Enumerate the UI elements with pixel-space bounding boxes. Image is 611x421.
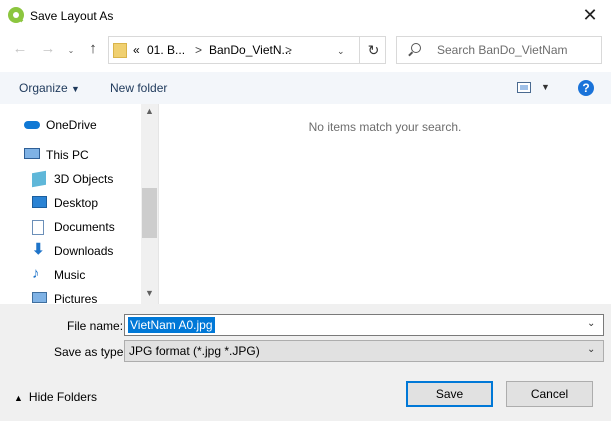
nav-item-label: This PC — [46, 148, 89, 162]
forward-arrow-icon[interactable]: → — [38, 38, 58, 60]
qgis-logo-icon — [8, 7, 24, 23]
scroll-thumb[interactable] — [142, 188, 157, 238]
file-name-value[interactable]: VietNam A0.jpg — [128, 317, 215, 333]
collapse-up-icon: ▲ — [14, 393, 23, 403]
save-form-panel: File name: VietNam A0.jpg ⌄ Save as type… — [0, 304, 611, 421]
recent-locations-chevron-icon[interactable]: ⌄ — [61, 40, 81, 62]
nav-item-label: OneDrive — [46, 118, 97, 132]
nav-item-label: Music — [54, 268, 86, 282]
breadcrumb-item[interactable]: 01. B... — [147, 43, 185, 57]
pane-divider — [158, 104, 159, 304]
cancel-button[interactable]: Cancel — [506, 381, 593, 407]
nav-item-label: Pictures — [54, 292, 98, 304]
search-input[interactable]: Search BanDo_VietNam — [437, 43, 568, 57]
nav-item-label: Documents — [54, 220, 115, 234]
navigation-scrollbar[interactable]: ▲ ▼ — [141, 104, 158, 304]
new-folder-button[interactable]: New folder — [110, 81, 167, 95]
refresh-icon[interactable]: ↻ — [359, 37, 387, 63]
documents-icon — [32, 220, 44, 235]
scroll-up-icon[interactable]: ▲ — [141, 106, 158, 116]
save-as-type-label: Save as type: — [54, 345, 127, 359]
folder-icon — [113, 43, 127, 58]
organize-label: Organize — [19, 81, 68, 95]
3d-objects-icon — [32, 170, 46, 188]
window-title: Save Layout As — [30, 9, 114, 23]
chevron-down-icon[interactable]: ⌄ — [587, 344, 595, 355]
back-arrow-icon[interactable]: ← — [10, 38, 30, 60]
view-options-arrow-icon[interactable]: ▼ — [541, 82, 550, 92]
desktop-icon — [32, 196, 47, 208]
nav-item-label: Desktop — [54, 196, 99, 210]
up-arrow-icon[interactable]: ↑ — [83, 38, 103, 60]
save-as-type-select[interactable]: JPG format (*.jpg *.JPG) ⌄ — [124, 340, 604, 362]
breadcrumb-item[interactable]: BanDo_VietN... — [209, 43, 292, 57]
navigation-pane: OneDrive This PC 3D Objects Desktop Docu… — [0, 104, 158, 304]
pictures-icon — [32, 292, 47, 303]
music-icon: ♪ — [32, 265, 40, 282]
dropdown-arrow-icon: ▼ — [71, 84, 80, 94]
search-icon — [411, 43, 421, 53]
file-name-label: File name: — [67, 319, 124, 333]
nav-item-label: 3D Objects — [54, 172, 114, 186]
close-icon[interactable]: ✕ — [577, 3, 603, 27]
scroll-down-icon[interactable]: ▼ — [141, 288, 158, 298]
save-as-type-value: JPG format (*.jpg *.JPG) — [129, 344, 260, 358]
computer-icon — [24, 148, 40, 159]
search-box[interactable]: Search BanDo_VietNam — [396, 36, 602, 64]
nav-item-label: Downloads — [54, 244, 114, 258]
breadcrumb-overflow[interactable]: « — [133, 43, 140, 57]
title-bar: Save Layout As ✕ — [0, 0, 611, 31]
hide-folders-button[interactable]: ▲ Hide Folders — [14, 390, 97, 404]
command-bar: Organize ▼ New folder ▼ ? — [0, 72, 611, 104]
address-dropdown-icon[interactable]: ⌄ — [337, 46, 345, 57]
breadcrumb-separator-icon: > — [285, 43, 293, 57]
empty-list-message: No items match your search. — [308, 120, 462, 134]
hide-folders-label: Hide Folders — [28, 390, 97, 404]
organize-button[interactable]: Organize ▼ — [19, 81, 80, 95]
save-button[interactable]: Save — [406, 381, 493, 407]
change-view-icon[interactable] — [517, 82, 531, 93]
onedrive-cloud-icon — [24, 121, 40, 129]
file-name-field[interactable]: VietNam A0.jpg ⌄ — [124, 314, 604, 336]
chevron-down-icon[interactable]: ⌄ — [587, 318, 595, 329]
address-bar[interactable]: « 01. B... > BanDo_VietN... > ⌄ ↻ — [108, 36, 386, 64]
breadcrumb-separator-icon: > — [195, 43, 203, 57]
downloads-icon: ⬇ — [32, 241, 45, 258]
help-icon[interactable]: ? — [578, 80, 594, 96]
